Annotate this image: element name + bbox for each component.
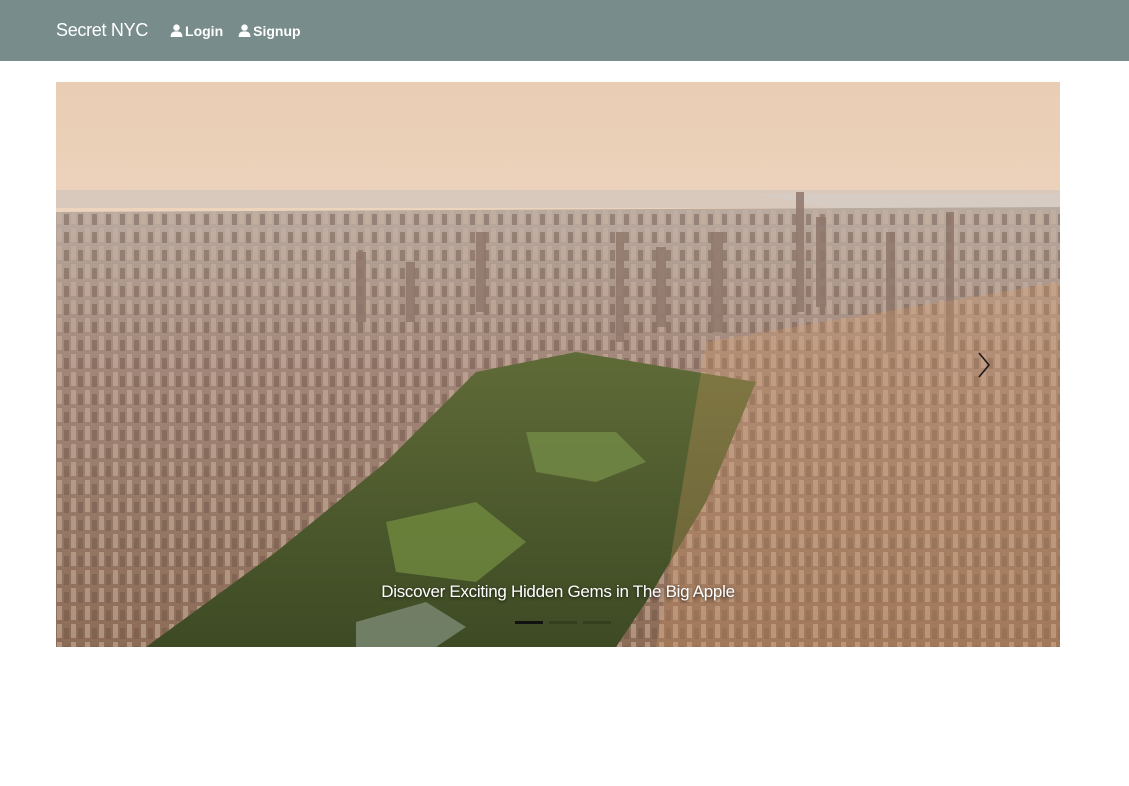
hero-image [56, 82, 1060, 647]
login-link[interactable]: Login [170, 23, 223, 39]
signup-label: Signup [253, 22, 301, 39]
carousel-indicator-2[interactable] [549, 621, 577, 624]
carousel-indicator-3[interactable] [583, 621, 611, 624]
carousel-indicators [512, 621, 614, 624]
signup-link[interactable]: Signup [238, 22, 301, 39]
top-navbar: Secret NYC Login Signup [0, 0, 1129, 61]
brand-link[interactable]: Secret NYC [56, 20, 148, 41]
user-icon [238, 24, 251, 37]
login-label: Login [185, 22, 224, 39]
carousel-indicator-1[interactable] [515, 621, 543, 624]
carousel-caption: Discover Exciting Hidden Gems in The Big… [381, 582, 735, 601]
user-icon [170, 24, 183, 37]
hero-carousel[interactable]: Discover Exciting Hidden Gems in The Big… [56, 82, 1060, 647]
carousel-next-button[interactable] [974, 350, 994, 380]
chevron-right-icon [978, 352, 991, 378]
